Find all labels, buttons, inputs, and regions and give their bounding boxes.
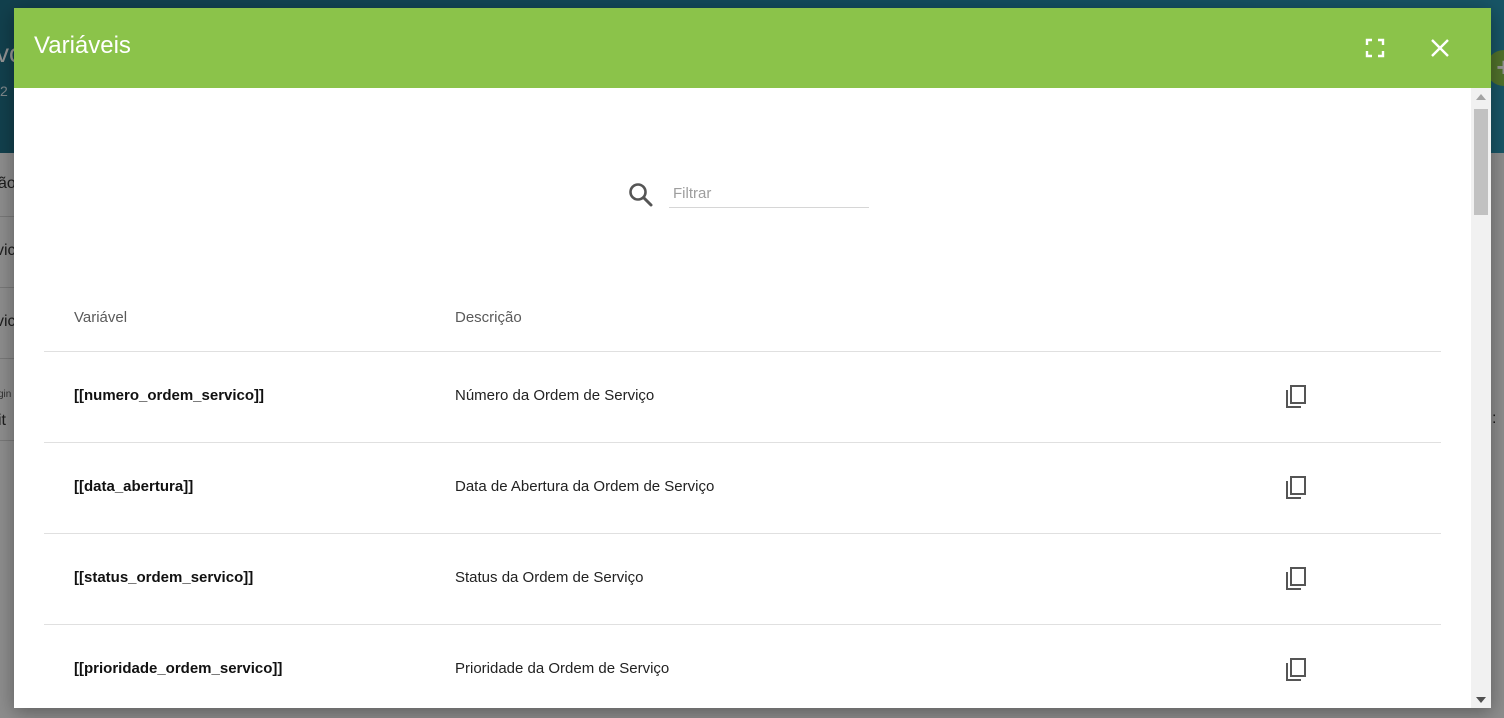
variable-description: Número da Ordem de Serviço: [455, 387, 655, 404]
variable-description: Data de Abertura da Ordem de Serviço: [455, 478, 715, 495]
copy-icon: [1286, 658, 1306, 681]
search-bar: [626, 180, 869, 216]
table-header-row: Variável Descrição: [44, 283, 1441, 352]
copy-icon: [1286, 567, 1306, 590]
table-row: [[status_ordem_servico]] Status da Ordem…: [44, 534, 1441, 625]
column-header-description: Descrição: [455, 309, 522, 326]
variable-name: [[numero_ordem_servico]]: [74, 387, 265, 404]
variable-description: Prioridade da Ordem de Serviço: [455, 660, 670, 677]
vertical-scrollbar[interactable]: [1471, 88, 1491, 708]
scrollbar-thumb[interactable]: [1474, 109, 1488, 215]
dialog-title: Variáveis: [34, 32, 131, 59]
table-row: [[data_abertura]] Data de Abertura da Or…: [44, 443, 1441, 534]
copy-button[interactable]: [1281, 473, 1311, 503]
fullscreen-icon: [1365, 38, 1385, 58]
search-icon: [629, 183, 653, 207]
copy-button[interactable]: [1281, 382, 1311, 412]
copy-icon: [1286, 476, 1306, 499]
table-row: [[numero_ordem_servico]] Número da Ordem…: [44, 352, 1441, 443]
close-button[interactable]: [1420, 28, 1460, 68]
close-icon: [1431, 39, 1449, 57]
table-row: [[prioridade_ordem_servico]] Prioridade …: [44, 625, 1441, 708]
dialog-header: Variáveis: [14, 8, 1491, 88]
variables-table: Variável Descrição [[numero_ordem_servic…: [44, 283, 1441, 708]
fullscreen-button[interactable]: [1355, 28, 1395, 68]
variable-description: Status da Ordem de Serviço: [455, 569, 644, 586]
scroll-up-arrow[interactable]: [1471, 88, 1491, 105]
column-header-variable: Variável: [74, 309, 128, 326]
variable-name: [[status_ordem_servico]]: [74, 569, 254, 586]
variable-name: [[data_abertura]]: [74, 478, 194, 495]
scroll-down-arrow[interactable]: [1471, 691, 1491, 708]
dialog-content: Variável Descrição [[numero_ordem_servic…: [14, 88, 1471, 708]
filter-input[interactable]: [669, 180, 869, 208]
copy-button[interactable]: [1281, 655, 1311, 685]
copy-icon: [1286, 385, 1306, 408]
triangle-up-icon: [1476, 93, 1486, 100]
variable-name: [[prioridade_ordem_servico]]: [74, 660, 283, 677]
triangle-down-icon: [1476, 696, 1486, 703]
variables-dialog: Variáveis Variável Descrição: [14, 8, 1491, 708]
copy-button[interactable]: [1281, 564, 1311, 594]
